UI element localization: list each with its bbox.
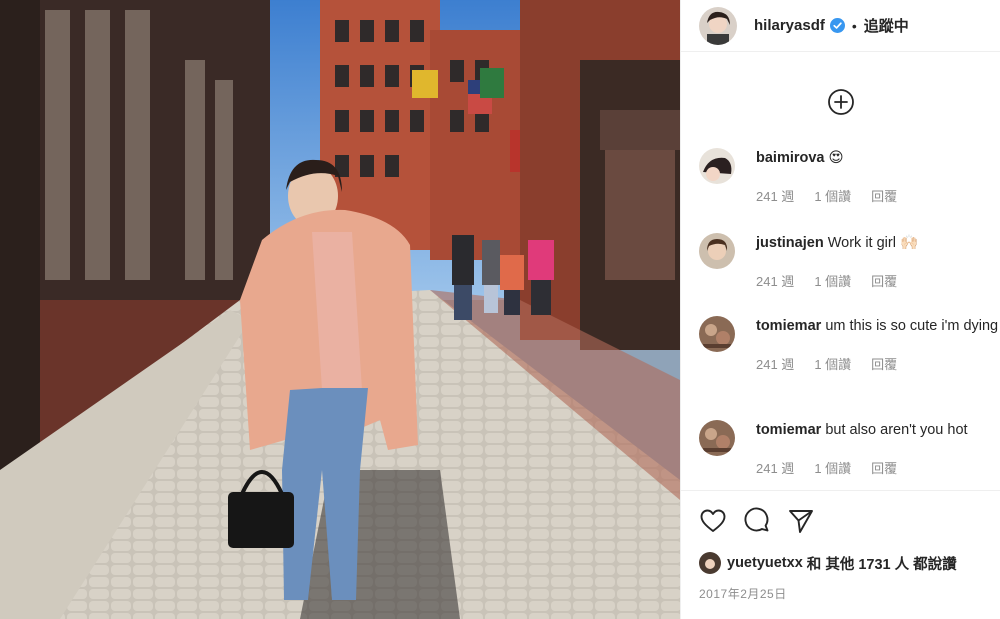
liker-username[interactable]: yuetyuetxx: [727, 555, 803, 571]
liker-avatar[interactable]: [699, 552, 721, 574]
comment-age: 241 週: [756, 274, 795, 289]
author-username[interactable]: hilaryasdf: [754, 17, 825, 34]
comment-item: tomiemar but also aren't you hot 241 週 1…: [699, 420, 1000, 479]
post-date: 2017年2月25日: [699, 587, 787, 601]
comment-age: 241 週: [756, 461, 795, 476]
verified-icon: [829, 18, 845, 33]
author-avatar[interactable]: [699, 6, 737, 45]
comment-likes-button[interactable]: 1 個讚: [814, 354, 851, 375]
comment-text: Work it girl: [827, 235, 896, 251]
comment-reply-button[interactable]: 回覆: [871, 458, 897, 479]
post-side-panel: hilaryasdf • 追蹤中 baimirova 😍 241 週 1 個讚 …: [680, 0, 1000, 619]
comment-avatar[interactable]: [699, 420, 735, 456]
following-button[interactable]: 追蹤中: [864, 15, 909, 36]
share-icon[interactable]: [787, 507, 815, 535]
comment-likes-button[interactable]: 1 個讚: [814, 186, 851, 207]
comment-username[interactable]: tomiemar: [756, 318, 821, 334]
comment-emoji: 🙌🏻: [899, 235, 919, 251]
likes-count-text[interactable]: 和 其他 1731 人 都說讚: [807, 553, 957, 574]
comment-avatar[interactable]: [699, 316, 735, 352]
heart-icon[interactable]: [699, 507, 727, 535]
comment-text: um this is so cute i'm dying: [825, 318, 999, 334]
comment-age: 241 週: [756, 357, 795, 372]
post-actions-bar: [681, 490, 1000, 550]
comment-age: 241 週: [756, 189, 795, 204]
comment-reply-button[interactable]: 回覆: [871, 186, 897, 207]
comment-username[interactable]: justinajen: [756, 235, 824, 251]
comment-text: but also aren't you hot: [825, 422, 968, 438]
comment-avatar[interactable]: [699, 233, 735, 269]
add-comment-icon[interactable]: [827, 88, 855, 116]
comment-item: justinajen Work it girl 🙌🏻 241 週 1 個讚 回覆: [699, 233, 1000, 292]
post-header: hilaryasdf • 追蹤中: [681, 0, 1000, 52]
comment-username[interactable]: tomiemar: [756, 422, 821, 438]
comment-icon[interactable]: [743, 507, 771, 535]
comment-likes-button[interactable]: 1 個讚: [814, 458, 851, 479]
comment-reply-button[interactable]: 回覆: [871, 354, 897, 375]
post-photo: [0, 0, 680, 619]
comment-emoji: 😍: [828, 150, 844, 166]
header-separator: •: [851, 17, 857, 34]
likes-summary: yuetyuetxx 和 其他 1731 人 都說讚: [699, 552, 957, 574]
comment-item: tomiemar um this is so cute i'm dying 24…: [699, 316, 1000, 375]
comment-reply-button[interactable]: 回覆: [871, 271, 897, 292]
load-more-comments: [681, 52, 1000, 152]
comment-username[interactable]: baimirova: [756, 150, 825, 166]
comment-avatar[interactable]: [699, 148, 735, 184]
comment-likes-button[interactable]: 1 個讚: [814, 271, 851, 292]
comment-item: baimirova 😍 241 週 1 個讚 回覆: [699, 148, 1000, 207]
